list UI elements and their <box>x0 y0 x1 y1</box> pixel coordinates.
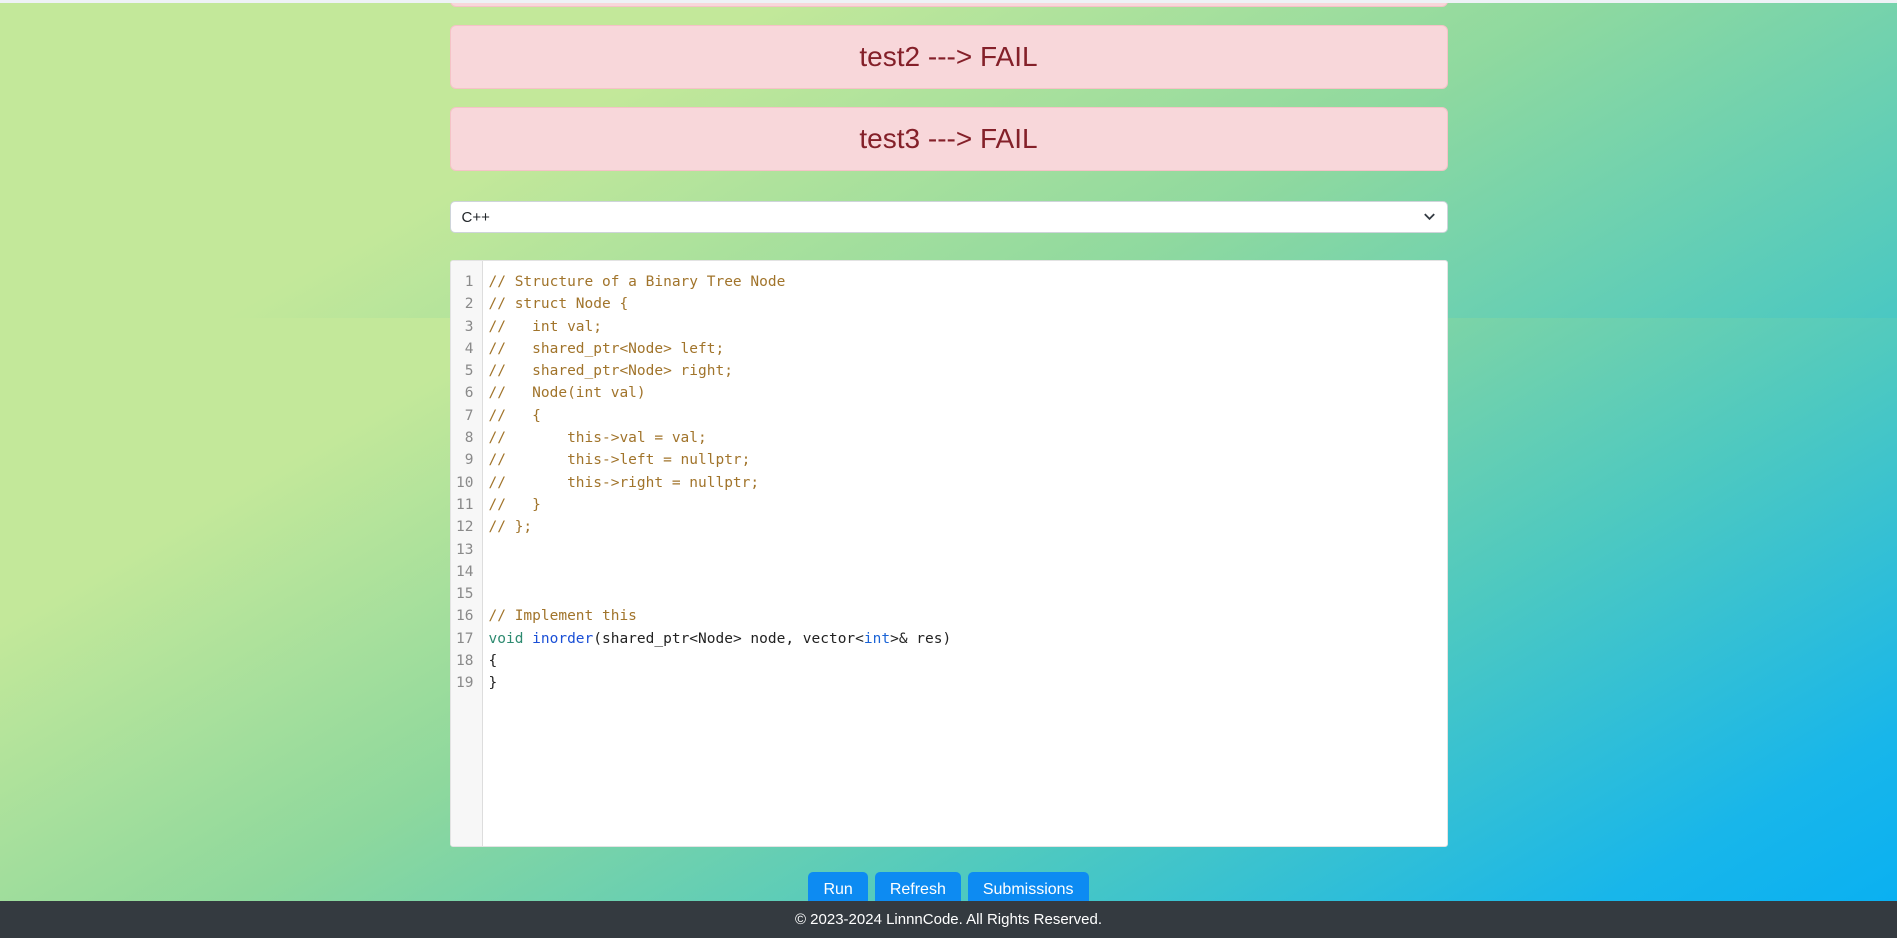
main-container: test2 ---> FAIL test3 ---> FAIL C++ Pyth… <box>449 0 1448 909</box>
code-line: } <box>489 672 1447 694</box>
code-line: // }; <box>489 516 1447 538</box>
code-editor[interactable]: 1 2 3 4 5 6 7 8 9 10 11 12 13 14 15 16 1… <box>449 260 1448 847</box>
code-token: // shared_ptr<Node> left; <box>488 340 725 357</box>
page-root: test2 ---> FAIL test3 ---> FAIL C++ Pyth… <box>0 0 1897 938</box>
code-token: } <box>488 675 498 692</box>
alert-clipped-top <box>449 0 1448 7</box>
code-token: inorder <box>532 630 594 647</box>
code-token: void <box>488 630 524 647</box>
code-token: // this->right = nullptr; <box>488 474 760 491</box>
code-token: >& res) <box>890 630 952 647</box>
test-result-alert: test3 ---> FAIL <box>449 107 1448 171</box>
code-token: // } <box>488 496 541 513</box>
code-line: // this->right = nullptr; <box>489 472 1447 494</box>
code-line: // this->left = nullptr; <box>489 449 1447 471</box>
page-footer: © 2023-2024 LinnnCode. All Rights Reserv… <box>0 901 1897 938</box>
code-token: (shared_ptr<Node> node, vector< <box>593 630 864 647</box>
code-line: // } <box>489 494 1447 516</box>
code-line: // Implement this <box>489 605 1447 627</box>
code-token: // this->val = val; <box>488 430 707 447</box>
code-line: // this->val = val; <box>489 427 1447 449</box>
copyright-text: © 2023-2024 LinnnCode. All Rights Reserv… <box>794 911 1103 928</box>
code-token: // struct Node { <box>488 296 629 313</box>
code-line: // int val; <box>489 316 1447 338</box>
code-line: // shared_ptr<Node> right; <box>489 360 1447 382</box>
test-result-text: test2 ---> FAIL <box>859 41 1038 73</box>
code-token: // }; <box>488 519 533 536</box>
test-result-text: test3 ---> FAIL <box>859 123 1038 155</box>
code-line: // Node(int val) <box>489 382 1447 404</box>
code-token: int <box>863 630 891 647</box>
page-content: test2 ---> FAIL test3 ---> FAIL C++ Pyth… <box>0 0 1897 909</box>
code-token: // Implement this <box>488 608 637 625</box>
code-token: // Node(int val) <box>488 385 646 402</box>
code-line: // { <box>489 405 1447 427</box>
code-token: // { <box>488 407 541 424</box>
code-token: // this->left = nullptr; <box>488 452 751 469</box>
code-token: { <box>488 653 498 670</box>
code-line: void inorder(shared_ptr<Node> node, vect… <box>489 628 1447 650</box>
code-line: // shared_ptr<Node> left; <box>489 338 1447 360</box>
language-select-wrapper: C++ Python Java JavaScript C <box>449 201 1448 233</box>
code-token: // shared_ptr<Node> right; <box>488 363 733 380</box>
code-line: { <box>489 650 1447 672</box>
test-result-alert: test2 ---> FAIL <box>449 25 1448 89</box>
code-token: // int val; <box>488 318 603 335</box>
editor-code-content[interactable]: // Structure of a Binary Tree Node // str… <box>483 261 1447 846</box>
language-select[interactable]: C++ Python Java JavaScript C <box>449 201 1448 233</box>
code-line: // Structure of a Binary Tree Node <box>489 271 1447 293</box>
code-token: // Structure of a Binary Tree Node <box>488 274 786 290</box>
code-line: // struct Node { <box>489 293 1447 315</box>
editor-line-numbers: 1 2 3 4 5 6 7 8 9 10 11 12 13 14 15 16 1… <box>450 261 483 846</box>
